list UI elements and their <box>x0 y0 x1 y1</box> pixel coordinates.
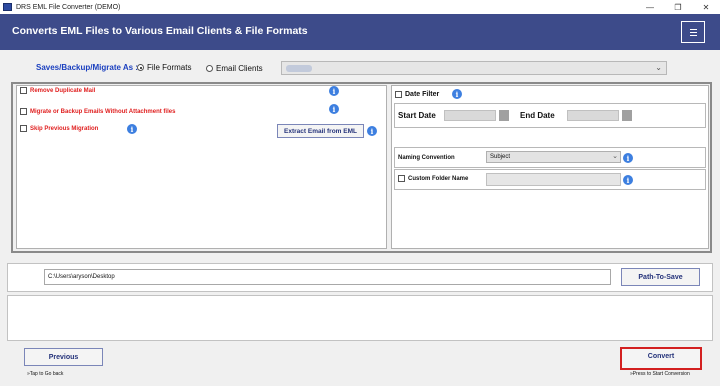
checkbox-icon <box>398 175 405 182</box>
calendar-icon[interactable] <box>499 110 509 121</box>
end-date-field[interactable] <box>567 110 619 121</box>
log-area <box>7 295 713 341</box>
title-bar: DRS EML File Converter (DEMO) — ❐ ✕ <box>0 0 720 14</box>
app-window: DRS EML File Converter (DEMO) — ❐ ✕ Conv… <box>0 0 720 386</box>
end-date-label: End Date <box>520 111 555 120</box>
radio-file-formats-label: File Formats <box>147 63 192 72</box>
checkbox-icon <box>20 87 27 94</box>
app-logo-icon <box>3 3 12 11</box>
selected-format-icon <box>286 65 312 72</box>
minimize-button[interactable]: — <box>636 0 664 14</box>
start-date-label: Start Date <box>398 111 436 120</box>
save-as-label: Saves/Backup/Migrate As : <box>36 63 138 72</box>
chevron-down-icon: ⌄ <box>655 63 662 72</box>
without-attachment-checkbox[interactable]: Migrate or Backup Emails Without Attachm… <box>20 108 175 115</box>
convert-label: Convert <box>647 353 675 360</box>
radio-email-clients[interactable]: Email Clients <box>206 64 263 73</box>
info-icon[interactable]: i <box>367 126 377 136</box>
without-attachment-label: Migrate or Backup Emails Without Attachm… <box>30 108 176 115</box>
previous-button[interactable]: Previous <box>24 348 103 366</box>
header-banner: Converts EML Files to Various Email Clie… <box>0 14 720 50</box>
previous-hint: »Tap to Go back <box>27 371 64 377</box>
window-title: DRS EML File Converter (DEMO) <box>16 3 121 11</box>
info-icon[interactable]: i <box>623 153 633 163</box>
remove-duplicate-label: Remove Duplicate Mail <box>30 87 96 94</box>
radio-file-formats[interactable]: File Formats <box>137 63 191 72</box>
format-dropdown[interactable]: ⌄ <box>281 61 667 75</box>
window-controls: — ❐ ✕ <box>636 0 720 14</box>
naming-convention-label: Naming Convention <box>398 155 455 161</box>
convert-button[interactable]: Convert <box>620 347 702 370</box>
chevron-down-icon: ⌄ <box>612 153 618 160</box>
info-icon[interactable]: i <box>329 104 339 114</box>
checkbox-icon <box>20 125 27 132</box>
convert-hint: »Press to Start Conversion <box>630 371 690 377</box>
radio-email-clients-label: Email Clients <box>216 64 263 73</box>
close-button[interactable]: ✕ <box>692 0 720 14</box>
page-title: Converts EML Files to Various Email Clie… <box>12 25 308 37</box>
save-path-input[interactable]: C:\Users\aryson\Desktop <box>44 269 611 285</box>
info-icon[interactable]: i <box>452 89 462 99</box>
naming-convention-dropdown[interactable]: Subject ⌄ <box>486 151 621 163</box>
info-icon[interactable]: i <box>329 86 339 96</box>
date-filter-label: Date Filter <box>405 91 440 98</box>
skip-previous-checkbox[interactable]: Skip Previous Migration <box>20 125 98 132</box>
path-to-save-button[interactable]: Path-To-Save <box>621 268 700 286</box>
radio-selected-icon <box>137 64 144 71</box>
radio-unselected-icon <box>206 65 213 72</box>
calendar-icon[interactable] <box>622 110 632 121</box>
restore-button[interactable]: ❐ <box>664 0 692 14</box>
custom-folder-label: Custom Folder Name <box>408 175 469 182</box>
naming-convention-value: Subject <box>490 154 511 160</box>
hamburger-menu-icon[interactable] <box>681 21 705 43</box>
checkbox-icon <box>395 91 402 98</box>
skip-previous-label: Skip Previous Migration <box>30 125 99 132</box>
date-filter-checkbox[interactable]: Date Filter <box>395 91 439 98</box>
info-icon[interactable]: i <box>127 124 137 134</box>
custom-folder-input[interactable] <box>486 173 621 186</box>
custom-folder-checkbox[interactable]: Custom Folder Name <box>398 175 468 182</box>
extract-email-button[interactable]: Extract Email from EML <box>277 124 364 138</box>
remove-duplicate-checkbox[interactable]: Remove Duplicate Mail <box>20 87 95 94</box>
checkbox-icon <box>20 108 27 115</box>
start-date-field[interactable] <box>444 110 496 121</box>
info-icon[interactable]: i <box>623 175 633 185</box>
